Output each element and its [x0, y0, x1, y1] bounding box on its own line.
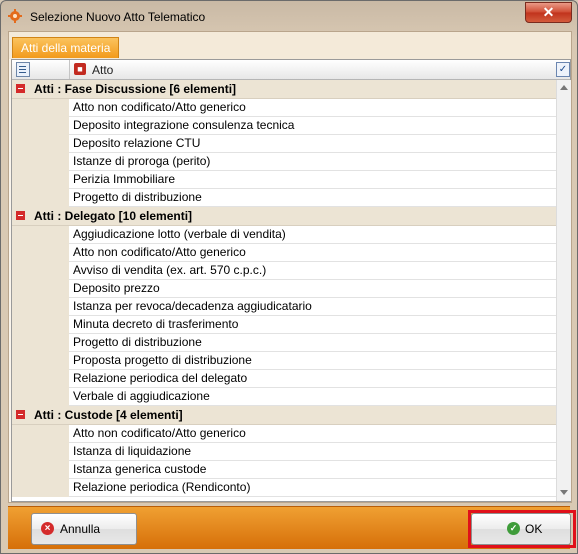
group-label: Atti : Custode [4 elementi] — [34, 408, 183, 422]
scroll-down-icon[interactable] — [560, 490, 568, 495]
group-label: Atti : Delegato [10 elementi] — [34, 209, 193, 223]
row-indent — [12, 316, 69, 334]
row-indent — [12, 388, 69, 406]
cell-atto[interactable]: Istanze di proroga (perito) — [69, 153, 556, 171]
tab-atti-della-materia[interactable]: Atti della materia — [12, 37, 120, 58]
table-row[interactable]: Relazione periodica (Rendiconto) — [12, 479, 556, 497]
table-row[interactable]: Atto non codificato/Atto generico — [12, 425, 556, 443]
table-row[interactable]: Istanze di proroga (perito) — [12, 153, 556, 171]
row-indent — [12, 262, 69, 280]
row-indent — [12, 244, 69, 262]
row-indent — [12, 117, 69, 135]
cell-atto[interactable]: Atto non codificato/Atto generico — [69, 99, 556, 117]
row-indent — [12, 479, 69, 497]
title-bar: Selezione Nuovo Atto Telematico ✕ — [1, 1, 577, 31]
gear-icon — [8, 9, 22, 23]
row-indent — [12, 226, 69, 244]
group-label: Atti : Fase Discussione [6 elementi] — [34, 82, 237, 96]
minus-icon[interactable] — [16, 410, 25, 419]
scroll-up-icon[interactable] — [560, 85, 568, 90]
row-indent — [12, 135, 69, 153]
cell-atto[interactable]: Minuta decreto di trasferimento — [69, 316, 556, 334]
ok-button[interactable]: ✓ OK — [471, 513, 571, 545]
minus-icon[interactable] — [16, 84, 25, 93]
table-row[interactable]: Aggiudicazione lotto (verbale di vendita… — [12, 226, 556, 244]
cell-atto[interactable]: Atto non codificato/Atto generico — [69, 425, 556, 443]
table-row[interactable]: Istanza per revoca/decadenza aggiudicata… — [12, 298, 556, 316]
group-row[interactable]: Atti : Fase Discussione [6 elementi] — [12, 80, 556, 99]
document-icon: ■ — [74, 63, 86, 75]
table-row[interactable]: Deposito relazione CTU — [12, 135, 556, 153]
cell-atto[interactable]: Atto non codificato/Atto generico — [69, 244, 556, 262]
table-row[interactable]: Deposito prezzo — [12, 280, 556, 298]
cell-atto[interactable]: Aggiudicazione lotto (verbale di vendita… — [69, 226, 556, 244]
table-row[interactable]: Atto non codificato/Atto generico — [12, 244, 556, 262]
close-button[interactable]: ✕ — [525, 2, 572, 23]
cancel-button[interactable]: × Annulla — [31, 513, 137, 545]
table-row[interactable]: Perizia Immobiliare — [12, 171, 556, 189]
table-row[interactable]: Minuta decreto di trasferimento — [12, 316, 556, 334]
cell-atto[interactable]: Progetto di distribuzione — [69, 189, 556, 207]
vertical-scrollbar[interactable] — [556, 80, 571, 501]
cell-atto[interactable]: Progetto di distribuzione — [69, 334, 556, 352]
cell-atto[interactable]: Istanza generica custode — [69, 461, 556, 479]
ok-label: OK — [525, 522, 543, 536]
row-indent — [12, 370, 69, 388]
table-row[interactable]: Avviso di vendita (ex. art. 570 c.p.c.) — [12, 262, 556, 280]
dialog-window: Selezione Nuovo Atto Telematico ✕ Atti d… — [0, 0, 578, 554]
cancel-icon: × — [41, 522, 54, 535]
cell-atto[interactable]: Relazione periodica del delegato — [69, 370, 556, 388]
row-indent — [12, 461, 69, 479]
cell-atto[interactable]: Relazione periodica (Rendiconto) — [69, 479, 556, 497]
row-indent — [12, 153, 69, 171]
tab-bar: Atti della materia — [9, 32, 571, 59]
cell-atto[interactable]: Proposta progetto di distribuzione — [69, 352, 556, 370]
table-row[interactable]: Relazione periodica del delegato — [12, 370, 556, 388]
footer-bar: × Annulla ✓ OK — [8, 506, 576, 549]
group-row[interactable]: Atti : Custode [4 elementi] — [12, 406, 556, 425]
table-row[interactable]: Istanza generica custode — [12, 461, 556, 479]
table-row[interactable]: Atto non codificato/Atto generico — [12, 99, 556, 117]
cell-atto[interactable]: Avviso di vendita (ex. art. 570 c.p.c.) — [69, 262, 556, 280]
group-header-cell[interactable] — [12, 60, 70, 79]
cancel-label: Annulla — [60, 522, 101, 536]
close-icon: ✕ — [542, 4, 555, 20]
row-indent — [12, 352, 69, 370]
dialog-content: Atti della materia ■ Atto ✓ Atti : Fase … — [8, 31, 572, 503]
cell-atto[interactable]: Deposito integrazione consulenza tecnica — [69, 117, 556, 135]
table-row[interactable]: Progetto di distribuzione — [12, 334, 556, 352]
row-indent — [12, 334, 69, 352]
row-indent — [12, 298, 69, 316]
row-indent — [12, 425, 69, 443]
acts-grid: ■ Atto ✓ Atti : Fase Discussione [6 elem… — [11, 59, 571, 502]
cell-atto[interactable]: Istanza di liquidazione — [69, 443, 556, 461]
row-indent — [12, 99, 69, 117]
table-row[interactable]: Deposito integrazione consulenza tecnica — [12, 117, 556, 135]
check-icon: ✓ — [507, 522, 520, 535]
row-indent — [12, 189, 69, 207]
cell-atto[interactable]: Perizia Immobiliare — [69, 171, 556, 189]
table-row[interactable]: Istanza di liquidazione — [12, 443, 556, 461]
table-row[interactable]: Proposta progetto di distribuzione — [12, 352, 556, 370]
row-indent — [12, 280, 69, 298]
group-panel-icon[interactable] — [16, 62, 30, 77]
cell-atto[interactable]: Istanza per revoca/decadenza aggiudicata… — [69, 298, 556, 316]
column-header-atto[interactable]: Atto — [92, 63, 113, 77]
cell-atto[interactable]: Deposito prezzo — [69, 280, 556, 298]
table-row[interactable]: Progetto di distribuzione — [12, 189, 556, 207]
cell-atto[interactable]: Deposito relazione CTU — [69, 135, 556, 153]
column-chooser-icon[interactable]: ✓ — [556, 62, 570, 77]
grid-rows: Atti : Fase Discussione [6 elementi] Atto… — [12, 80, 556, 501]
row-indent — [12, 443, 69, 461]
table-row[interactable]: Verbale di aggiudicazione — [12, 388, 556, 406]
cell-atto[interactable]: Verbale di aggiudicazione — [69, 388, 556, 406]
minus-icon[interactable] — [16, 211, 25, 220]
grid-header: ■ Atto ✓ — [12, 60, 570, 80]
row-indent — [12, 171, 69, 189]
window-title: Selezione Nuovo Atto Telematico — [30, 10, 206, 24]
group-row[interactable]: Atti : Delegato [10 elementi] — [12, 207, 556, 226]
